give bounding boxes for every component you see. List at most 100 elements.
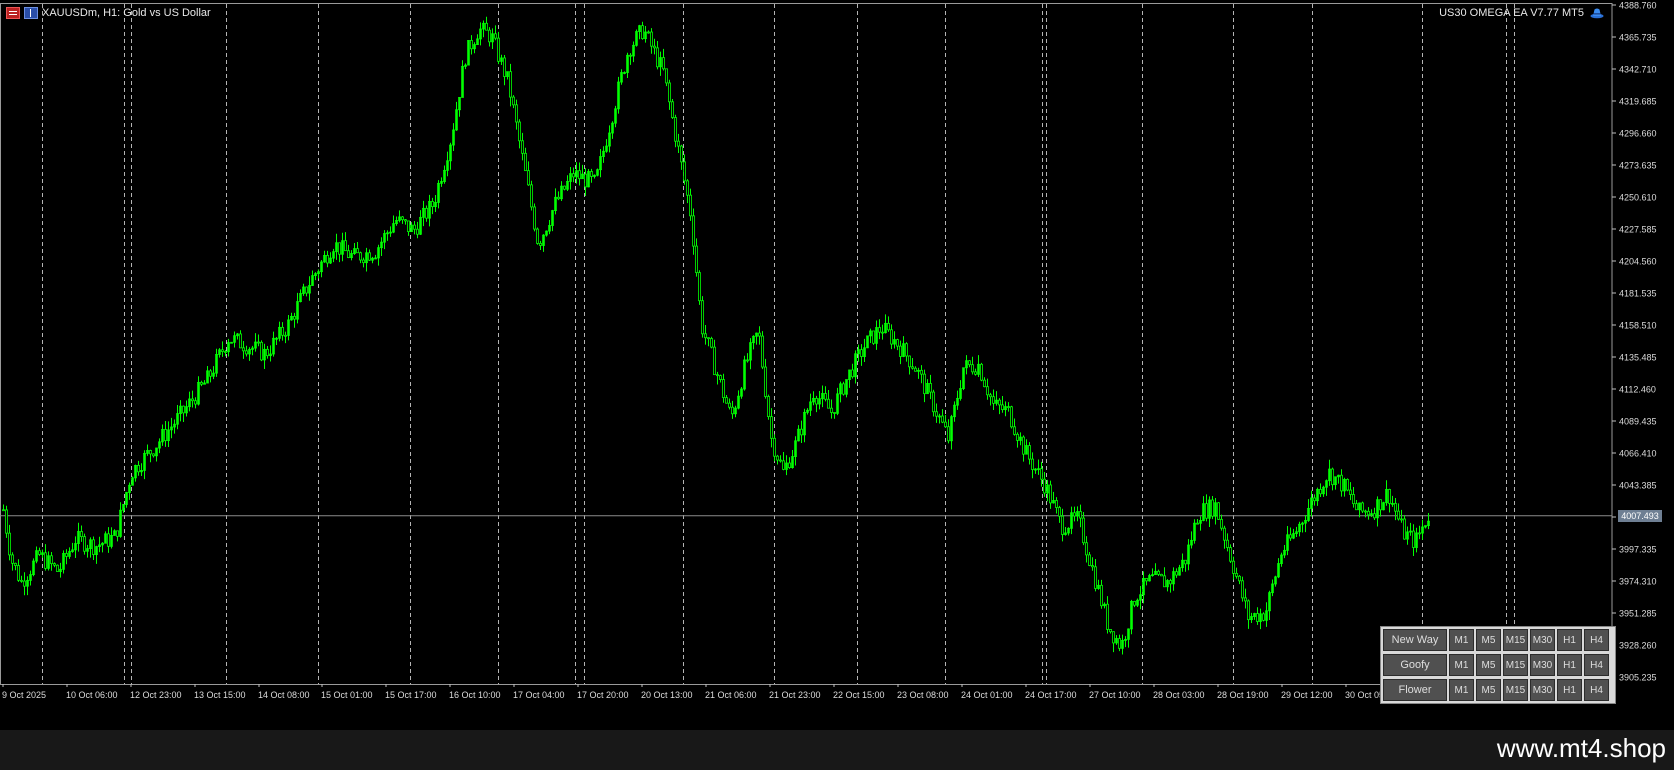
goofy-h4-button[interactable]: H4 [1584, 654, 1609, 676]
candle-body [713, 346, 716, 376]
candle-body [710, 338, 713, 348]
candle-body [65, 553, 68, 557]
candle-body [17, 565, 20, 581]
candle-body [827, 398, 830, 409]
candle-body [14, 562, 17, 566]
expert-advisor-hat-icon[interactable] [1590, 7, 1604, 19]
flower-m30-button[interactable]: M30 [1530, 679, 1555, 701]
candle-body [668, 82, 671, 103]
time-tick-label: 23 Oct 08:00 [897, 690, 949, 700]
candle-body [8, 532, 11, 556]
price-tick-label: 4365.735 [1619, 33, 1657, 43]
goofy-m30-button[interactable]: M30 [1530, 654, 1555, 676]
price-tick-label: 4135.485 [1619, 353, 1657, 363]
candle-body [578, 170, 581, 180]
candle-body [347, 250, 350, 258]
candle-body [1388, 489, 1391, 504]
candle-body [572, 173, 575, 178]
candle-body [1205, 503, 1208, 519]
candle-body [23, 580, 26, 587]
new-way-h4-button[interactable]: H4 [1584, 629, 1609, 651]
price-tick-label: 3974.310 [1619, 577, 1657, 587]
flower-button[interactable]: Flower [1383, 679, 1447, 701]
goofy-m5-button[interactable]: M5 [1476, 654, 1501, 676]
new-way-m15-button[interactable]: M15 [1503, 629, 1528, 651]
flower-m15-button[interactable]: M15 [1503, 679, 1528, 701]
candle-body [1262, 613, 1265, 621]
candle-body [1244, 597, 1247, 602]
candle-body [164, 429, 167, 442]
candle-body [116, 530, 119, 537]
candle-body [1346, 478, 1349, 491]
candle-body [764, 366, 767, 397]
candles-group [2, 16, 1430, 655]
candle-body [671, 101, 674, 118]
candle-body [431, 201, 434, 208]
new-way-m1-button[interactable]: M1 [1449, 629, 1474, 651]
candle-body [44, 552, 47, 569]
candle-body [833, 412, 836, 414]
candle-body [1175, 571, 1178, 576]
candle-body [191, 398, 194, 402]
candle-body [242, 347, 245, 352]
candle-body [908, 355, 911, 368]
price-tick-label: 4250.610 [1619, 193, 1657, 203]
new-way-h1-button[interactable]: H1 [1557, 629, 1582, 651]
time-tick-label: 29 Oct 12:00 [1281, 690, 1333, 700]
candle-body [770, 416, 773, 439]
flower-m5-button[interactable]: M5 [1476, 679, 1501, 701]
candle-body [905, 343, 908, 357]
candle-body [1232, 560, 1235, 574]
candle-body [1220, 518, 1223, 529]
candle-body [1289, 534, 1292, 539]
candle-body [992, 396, 995, 404]
price-chart[interactable]: 4388.760 4365.735 4342.710 4319.685 4296.660… [0, 0, 1674, 710]
candle-body [530, 184, 533, 208]
candle-body [524, 152, 527, 172]
candle-body [683, 161, 686, 182]
candle-body [1184, 559, 1187, 565]
candle-body [779, 459, 782, 462]
candle-body [1073, 512, 1076, 517]
candle-body [860, 349, 863, 357]
candle-body [872, 330, 875, 344]
candle-body [239, 333, 242, 349]
goofy-m1-button[interactable]: M1 [1449, 654, 1474, 676]
flower-h1-button[interactable]: H1 [1557, 679, 1582, 701]
candle-body [257, 341, 260, 344]
goofy-button[interactable]: Goofy [1383, 654, 1447, 676]
candle-body [1091, 565, 1094, 568]
candle-body [1007, 406, 1010, 409]
candle-body [305, 286, 308, 294]
time-tick-label: 16 Oct 10:00 [449, 690, 501, 700]
goofy-h1-button[interactable]: H1 [1557, 654, 1582, 676]
candle-body [1085, 542, 1088, 556]
price-tick-label: 4388.760 [1619, 1, 1657, 11]
chart-area[interactable]: 4388.760 4365.735 4342.710 4319.685 4296.660… [0, 0, 1674, 710]
candle-body [407, 220, 410, 233]
price-tick-label: 3951.285 [1619, 609, 1657, 619]
time-tick-label: 20 Oct 13:00 [641, 690, 693, 700]
chart-window-icon[interactable] [24, 7, 38, 19]
candle-body [494, 33, 497, 39]
candle-body [929, 383, 932, 393]
price-tick-label: 4089.435 [1619, 417, 1657, 427]
chart-menu-icon[interactable] [6, 7, 20, 19]
goofy-m15-button[interactable]: M15 [1503, 654, 1528, 676]
candle-body [470, 40, 473, 50]
new-way-m30-button[interactable]: M30 [1530, 629, 1555, 651]
flower-h4-button[interactable]: H4 [1584, 679, 1609, 701]
new-way-m5-button[interactable]: M5 [1476, 629, 1501, 651]
candle-body [1028, 445, 1031, 460]
candle-body [521, 140, 524, 154]
new-way-button[interactable]: New Way [1383, 629, 1447, 651]
candle-body [497, 37, 500, 62]
flower-m1-button[interactable]: M1 [1449, 679, 1474, 701]
price-tick-label: 4273.635 [1619, 161, 1657, 171]
candle-body [539, 243, 542, 246]
time-tick-label: 24 Oct 01:00 [961, 690, 1013, 700]
candle-body [293, 315, 296, 320]
candle-body [1331, 468, 1334, 486]
candle-body [221, 349, 224, 352]
candle-body [515, 104, 518, 123]
